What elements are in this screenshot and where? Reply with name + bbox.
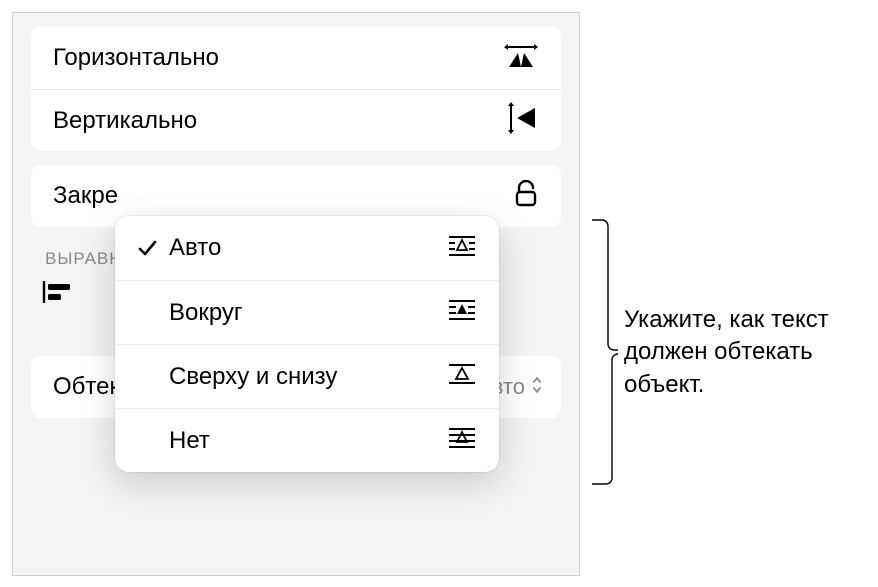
wrap-option-around[interactable]: Вокруг: [115, 280, 499, 344]
flip-horizontal-label: Горизонтально: [53, 44, 219, 72]
wrap-topbottom-icon: [447, 362, 477, 391]
lock-label: Закре: [53, 182, 118, 210]
flip-vertical-icon: [503, 101, 539, 140]
wrap-option-label: Сверху и снизу: [161, 363, 447, 391]
checkmark-icon: [133, 237, 161, 259]
wrap-option-none[interactable]: Нет: [115, 408, 499, 472]
lock-icon: [513, 180, 539, 213]
callout-bracket: [590, 218, 620, 486]
wrap-option-topbottom[interactable]: Сверху и снизу: [115, 344, 499, 408]
wrap-around-icon: [447, 298, 477, 327]
align-left-icon[interactable]: [41, 279, 75, 310]
flip-vertical-row[interactable]: Вертикально: [31, 89, 561, 151]
flip-horizontal-row[interactable]: Горизонтально: [31, 27, 561, 89]
wrap-auto-icon: [447, 234, 477, 263]
popup-indicator-icon: [531, 374, 543, 400]
wrap-none-icon: [447, 426, 477, 455]
wrap-option-label: Вокруг: [161, 299, 447, 327]
flip-group: Горизонтально Вертикально: [31, 27, 561, 151]
wrap-option-label: Авто: [161, 234, 447, 262]
callout-text: Укажите, как текст должен обтекать объек…: [624, 304, 872, 401]
wrap-option-label: Нет: [161, 427, 447, 455]
wrap-option-auto[interactable]: Авто: [115, 216, 499, 280]
wrap-popover: Авто Вокруг: [115, 216, 499, 472]
flip-horizontal-icon: [503, 41, 539, 76]
flip-vertical-label: Вертикально: [53, 107, 197, 135]
